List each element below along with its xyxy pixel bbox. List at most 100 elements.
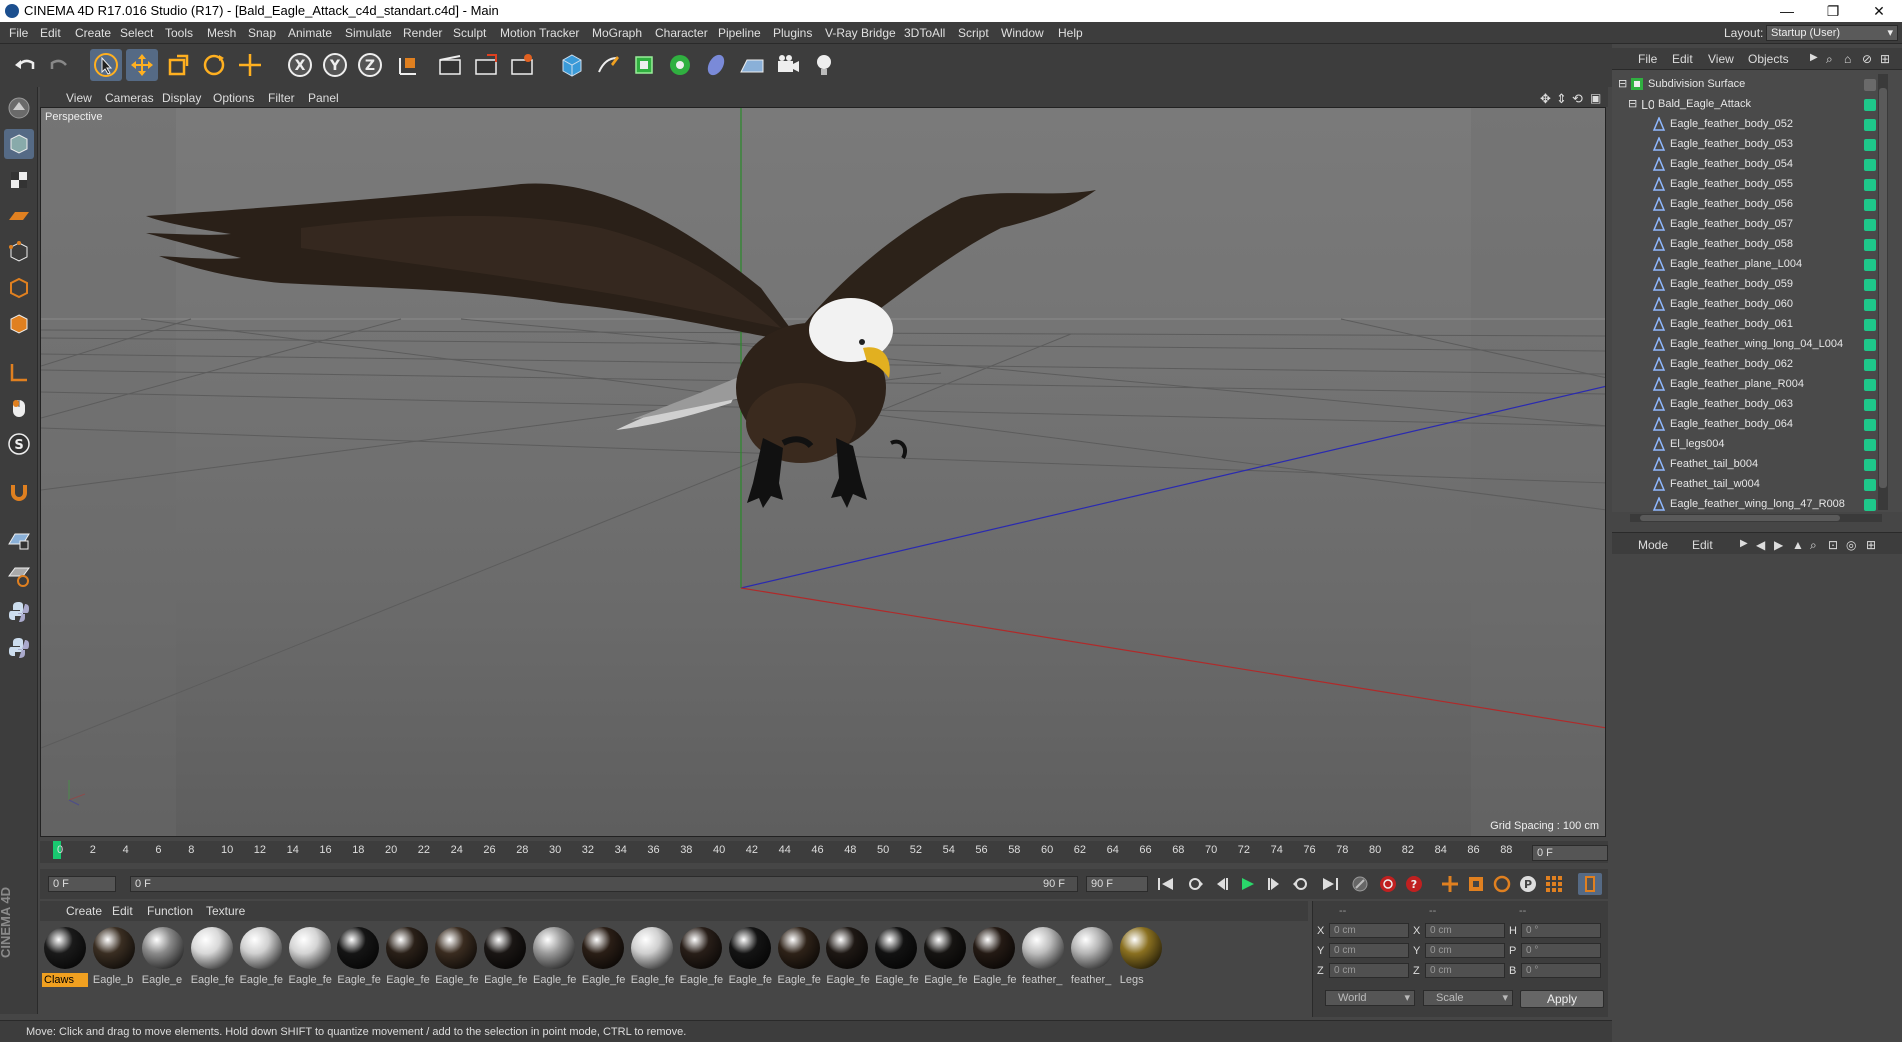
snapping-button[interactable]: S: [4, 429, 34, 459]
live-selection-button[interactable]: [90, 49, 122, 81]
menu-mesh[interactable]: Mesh: [207, 26, 236, 40]
object-tree-row[interactable]: Eagle_feather_wing_long_47_R008: [1612, 494, 1902, 514]
object-tree-row[interactable]: Eagle_feather_body_061: [1612, 314, 1902, 334]
menu-edit[interactable]: Edit: [40, 26, 61, 40]
object-list-horizontal-scrollbar[interactable]: [1630, 514, 1882, 522]
material-swatch[interactable]: Eagle_fe: [873, 927, 919, 987]
search-icon[interactable]: ⌕: [1826, 52, 1833, 67]
viewport-menu-options[interactable]: Options: [213, 91, 254, 105]
coordinate-system-button[interactable]: [392, 49, 424, 81]
viewport-menu-view[interactable]: View: [66, 91, 92, 105]
menu-3dtoall[interactable]: 3DToAll: [904, 26, 945, 40]
go-to-start-button[interactable]: [1154, 873, 1178, 895]
viewport-menu-filter[interactable]: Filter: [268, 91, 295, 105]
start-frame-field[interactable]: 0 F: [48, 876, 116, 892]
workplane-align-button[interactable]: [4, 561, 34, 591]
menu-motion-tracker[interactable]: Motion Tracker: [500, 26, 579, 40]
object-tree-row[interactable]: Eagle_feather_body_052: [1612, 114, 1902, 134]
material-swatch[interactable]: Eagle_fe: [287, 927, 333, 987]
close-button[interactable]: ✕: [1856, 0, 1902, 22]
visibility-toggle-icon[interactable]: [1864, 139, 1876, 151]
cube-button[interactable]: [556, 49, 588, 81]
object-tree-row[interactable]: Eagle_feather_body_062: [1612, 354, 1902, 374]
object-tree-row[interactable]: Eagle_feather_body_063: [1612, 394, 1902, 414]
visibility-toggle-icon[interactable]: [1864, 459, 1876, 471]
scale-tool-button[interactable]: [162, 49, 194, 81]
subdivision-surface-button[interactable]: [628, 49, 660, 81]
collapse-toggle-icon[interactable]: ⊟: [1628, 97, 1637, 110]
points-mode-button[interactable]: [4, 237, 34, 267]
redo-button[interactable]: [44, 49, 76, 81]
next-key-button[interactable]: [1288, 873, 1312, 895]
viewport-menu-display[interactable]: Display: [162, 91, 201, 105]
rotation-h-field[interactable]: 0 °: [1521, 923, 1601, 938]
play-button[interactable]: [1236, 873, 1260, 895]
menu-script[interactable]: Script: [958, 26, 989, 40]
visibility-toggle-icon[interactable]: [1864, 419, 1876, 431]
current-frame-field[interactable]: 0 F: [1532, 845, 1608, 861]
object-tree-row[interactable]: Eagle_feather_body_054: [1612, 154, 1902, 174]
material-swatch[interactable]: Legs: [1118, 927, 1164, 987]
menu-pipeline[interactable]: Pipeline: [718, 26, 761, 40]
visibility-toggle-icon[interactable]: [1864, 299, 1876, 311]
attribute-menu-edit[interactable]: Edit: [1692, 538, 1713, 552]
key-pla-button[interactable]: [1542, 873, 1566, 895]
x-axis-lock-button[interactable]: X: [284, 49, 316, 81]
axis-mode-button[interactable]: [4, 357, 34, 387]
material-swatch[interactable]: Eagle_fe: [189, 927, 235, 987]
filter-icon[interactable]: ⊘: [1862, 52, 1872, 66]
material-swatch[interactable]: Eagle_fe: [335, 927, 381, 987]
object-tree-row[interactable]: Eagle_feather_plane_R004: [1612, 374, 1902, 394]
polygons-mode-button[interactable]: [4, 309, 34, 339]
camera-button[interactable]: [772, 49, 804, 81]
undo-button[interactable]: [9, 49, 41, 81]
menu-tools[interactable]: Tools: [165, 26, 193, 40]
up-arrow-icon[interactable]: ▲: [1792, 538, 1804, 552]
visibility-toggle-icon[interactable]: [1864, 479, 1876, 491]
autokeying-button[interactable]: ?: [1402, 873, 1426, 895]
model-mode-button[interactable]: [4, 129, 34, 159]
workplane-mode-button[interactable]: [4, 201, 34, 231]
menu-window[interactable]: Window: [1001, 26, 1044, 40]
floor-button[interactable]: [736, 49, 768, 81]
spline-pen-button[interactable]: [592, 49, 624, 81]
transform-tool-button[interactable]: [234, 49, 266, 81]
menu-overflow-arrow-icon[interactable]: ▶: [1810, 52, 1818, 63]
forward-arrow-icon[interactable]: ▶: [1774, 538, 1783, 552]
size-y-field[interactable]: 0 cm: [1425, 943, 1505, 958]
target-icon[interactable]: ◎: [1846, 538, 1856, 552]
menu-overflow-arrow-icon[interactable]: ▶: [1740, 538, 1748, 549]
render-settings-button[interactable]: [506, 49, 538, 81]
minimize-button[interactable]: —: [1764, 0, 1810, 22]
material-swatch[interactable]: Eagle_fe: [238, 927, 284, 987]
material-swatch[interactable]: Eagle_fe: [384, 927, 430, 987]
object-tree-row[interactable]: Eagle_feather_body_056: [1612, 194, 1902, 214]
material-menu-texture[interactable]: Texture: [206, 904, 245, 918]
menu-help[interactable]: Help: [1058, 26, 1083, 40]
rotation-b-field[interactable]: 0 °: [1521, 963, 1601, 978]
material-swatch[interactable]: Eagle_fe: [727, 927, 773, 987]
layout-select[interactable]: Startup (User) ▾: [1766, 25, 1898, 41]
visibility-toggle-icon[interactable]: [1864, 199, 1876, 211]
move-tool-button[interactable]: [126, 49, 158, 81]
object-tree-row[interactable]: ⊟ L0 Bald_Eagle_Attack: [1612, 94, 1902, 114]
key-rotation-button[interactable]: [1490, 873, 1514, 895]
viewport-maximize-icon[interactable]: ▣: [1590, 91, 1601, 105]
new-panel-icon[interactable]: ⊞: [1866, 538, 1876, 552]
object-tree-row[interactable]: Feathet_tail_w004: [1612, 474, 1902, 494]
visibility-toggle-icon[interactable]: [1864, 239, 1876, 251]
workplane-lock-button[interactable]: [4, 525, 34, 555]
viewport-pan-icon[interactable]: ✥: [1540, 91, 1551, 107]
attribute-menu-mode[interactable]: Mode: [1638, 538, 1668, 552]
render-picture-viewer-button[interactable]: [470, 49, 502, 81]
record-active-objects-button[interactable]: [1376, 873, 1400, 895]
visibility-toggle-icon[interactable]: [1864, 259, 1876, 271]
visibility-toggle-icon[interactable]: [1864, 359, 1876, 371]
material-swatch[interactable]: feather_: [1020, 927, 1066, 987]
material-swatch[interactable]: feather_: [1069, 927, 1115, 987]
material-swatch[interactable]: Eagle_fe: [433, 927, 479, 987]
object-tree-row[interactable]: Eagle_feather_body_060: [1612, 294, 1902, 314]
menu-select[interactable]: Select: [120, 26, 153, 40]
material-menu-function[interactable]: Function: [147, 904, 193, 918]
object-menu-file[interactable]: File: [1638, 52, 1657, 66]
